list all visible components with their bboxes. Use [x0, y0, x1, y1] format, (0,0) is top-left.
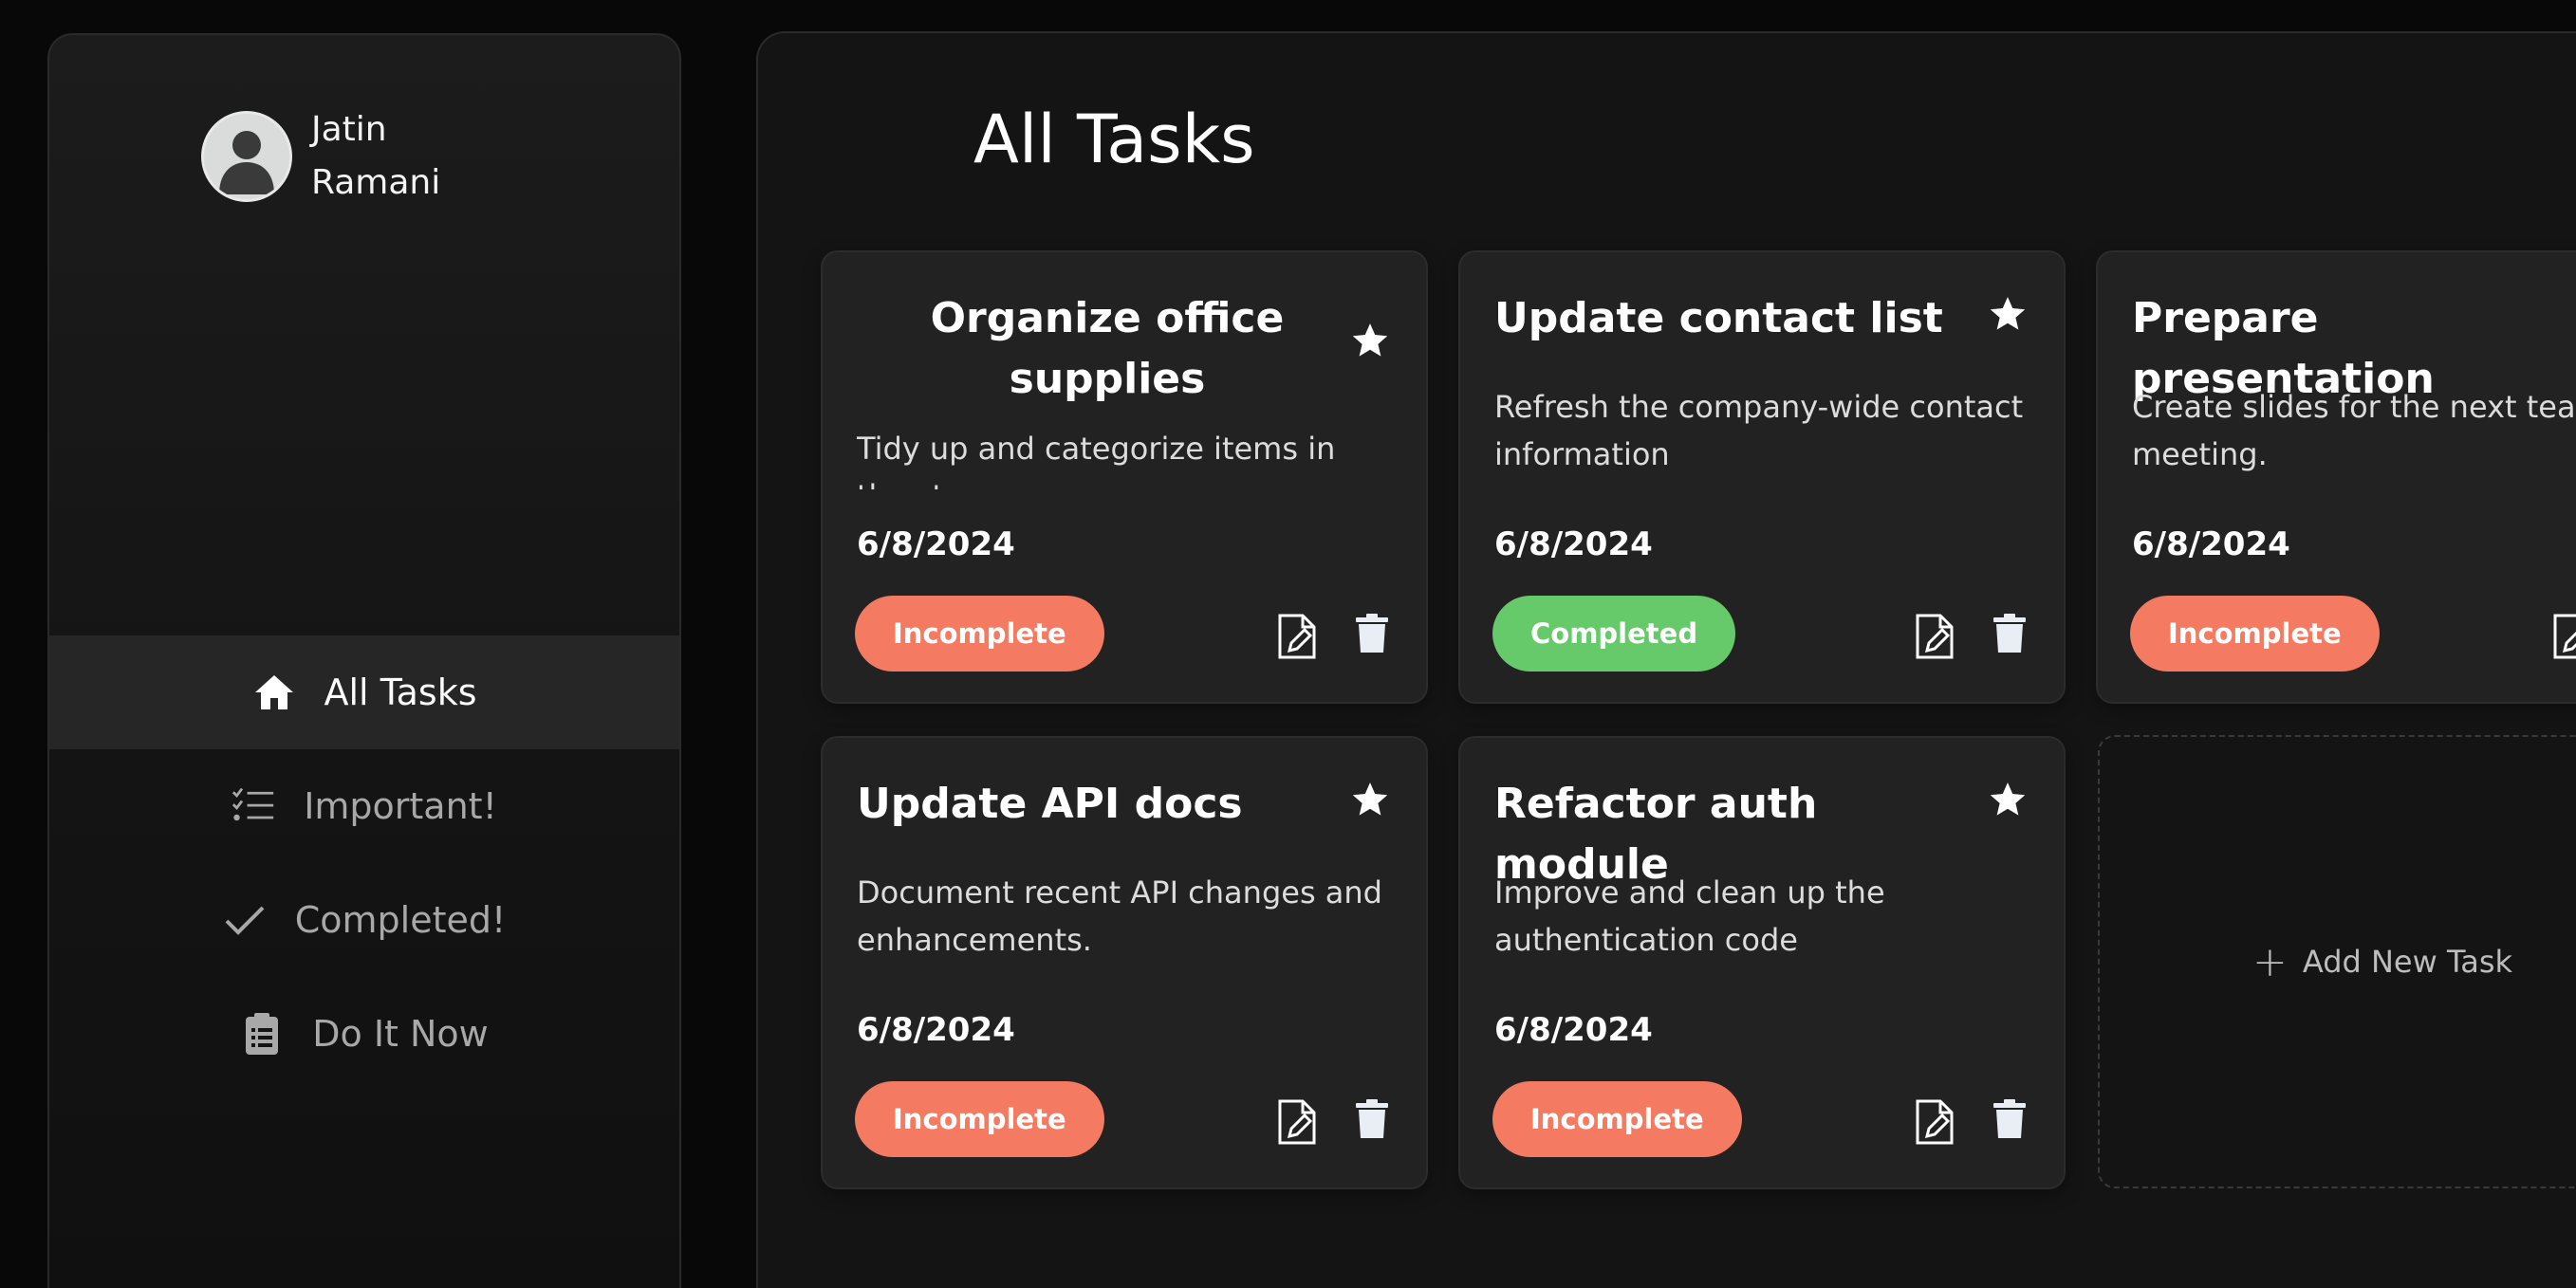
user-name: Jatin Ramani — [311, 103, 440, 210]
edit-icon[interactable] — [1276, 1098, 1318, 1146]
nav-label: Important! — [304, 785, 497, 827]
task-date: 6/8/2024 — [1494, 525, 1653, 563]
task-card: Refactor auth module Improve and clean u… — [1458, 736, 2066, 1189]
task-description: Tidy up and categorize items in the stor… — [857, 431, 1336, 489]
task-title: Update API docs — [857, 780, 1243, 828]
nav-label: Completed! — [294, 899, 507, 941]
main-panel: All Tasks Organize office supplies Tidy … — [756, 31, 2576, 1288]
clipboard-icon — [240, 1012, 284, 1056]
add-new-task-label: Add New Task — [2302, 944, 2513, 980]
edit-icon[interactable] — [1914, 613, 1955, 660]
star-icon[interactable] — [1350, 780, 1390, 819]
status-button[interactable]: Completed — [1492, 596, 1736, 672]
nav-item-all-tasks[interactable]: All Tasks — [49, 635, 679, 749]
status-button[interactable]: Incomplete — [1492, 1081, 1742, 1157]
app: Jatin Ramani All Tasks Important! Comple… — [0, 0, 2576, 1288]
user-first-name: Jatin — [311, 110, 387, 149]
plus-icon: + — [2252, 937, 2288, 986]
nav-label: All Tasks — [324, 672, 477, 713]
task-description: Document recent API changes and enhancem… — [857, 874, 1382, 958]
trash-icon[interactable] — [1992, 1098, 2028, 1140]
edit-icon[interactable] — [2551, 613, 2576, 660]
task-card: Update API docs Document recent API chan… — [821, 736, 1428, 1189]
page-title: All Tasks — [973, 101, 1255, 178]
task-date: 6/8/2024 — [857, 1011, 1015, 1049]
sidebar-nav: All Tasks Important! Completed! Do It No… — [49, 635, 679, 1091]
task-card: Update contact list Refresh the company-… — [1458, 250, 2066, 704]
status-button[interactable]: Incomplete — [855, 596, 1104, 672]
trash-icon[interactable] — [1992, 613, 2028, 654]
task-date: 6/8/2024 — [2132, 525, 2290, 563]
avatar — [201, 111, 292, 202]
star-icon[interactable] — [1988, 780, 2028, 819]
user-profile[interactable]: Jatin Ramani — [201, 103, 440, 210]
trash-icon[interactable] — [1354, 1098, 1390, 1140]
home-icon — [252, 671, 296, 714]
task-date: 6/8/2024 — [857, 525, 1015, 563]
trash-icon[interactable] — [1354, 613, 1390, 654]
add-new-task-button[interactable]: + Add New Task — [2098, 735, 2576, 1188]
task-title: Organize office supplies — [930, 294, 1285, 403]
nav-item-important[interactable]: Important! — [49, 749, 679, 863]
task-card: Organize office supplies Tidy up and cat… — [821, 250, 1428, 704]
user-silhouette-icon — [219, 131, 274, 194]
task-description: Refresh the company-wide contact informa… — [1494, 389, 2024, 472]
user-last-name: Ramani — [311, 163, 441, 202]
nav-label: Do It Now — [312, 1013, 489, 1055]
nav-item-completed[interactable]: Completed! — [49, 863, 679, 977]
star-icon[interactable] — [1988, 294, 2028, 334]
task-card: Prepare presentation Create slides for t… — [2096, 250, 2576, 704]
star-icon[interactable] — [1350, 321, 1390, 360]
task-date: 6/8/2024 — [1494, 1011, 1653, 1049]
checklist-icon — [232, 784, 275, 828]
edit-icon[interactable] — [1276, 613, 1318, 660]
status-button[interactable]: Incomplete — [855, 1081, 1104, 1157]
task-description: Create slides for the next team meeting. — [2132, 389, 2576, 472]
status-button[interactable]: Incomplete — [2130, 596, 2380, 672]
task-description: Improve and clean up the authentication … — [1494, 874, 1885, 958]
check-icon — [223, 898, 267, 942]
nav-item-do-it-now[interactable]: Do It Now — [49, 977, 679, 1091]
sidebar: Jatin Ramani All Tasks Important! Comple… — [47, 33, 681, 1288]
task-title: Update contact list — [1494, 294, 1943, 342]
edit-icon[interactable] — [1914, 1098, 1955, 1146]
